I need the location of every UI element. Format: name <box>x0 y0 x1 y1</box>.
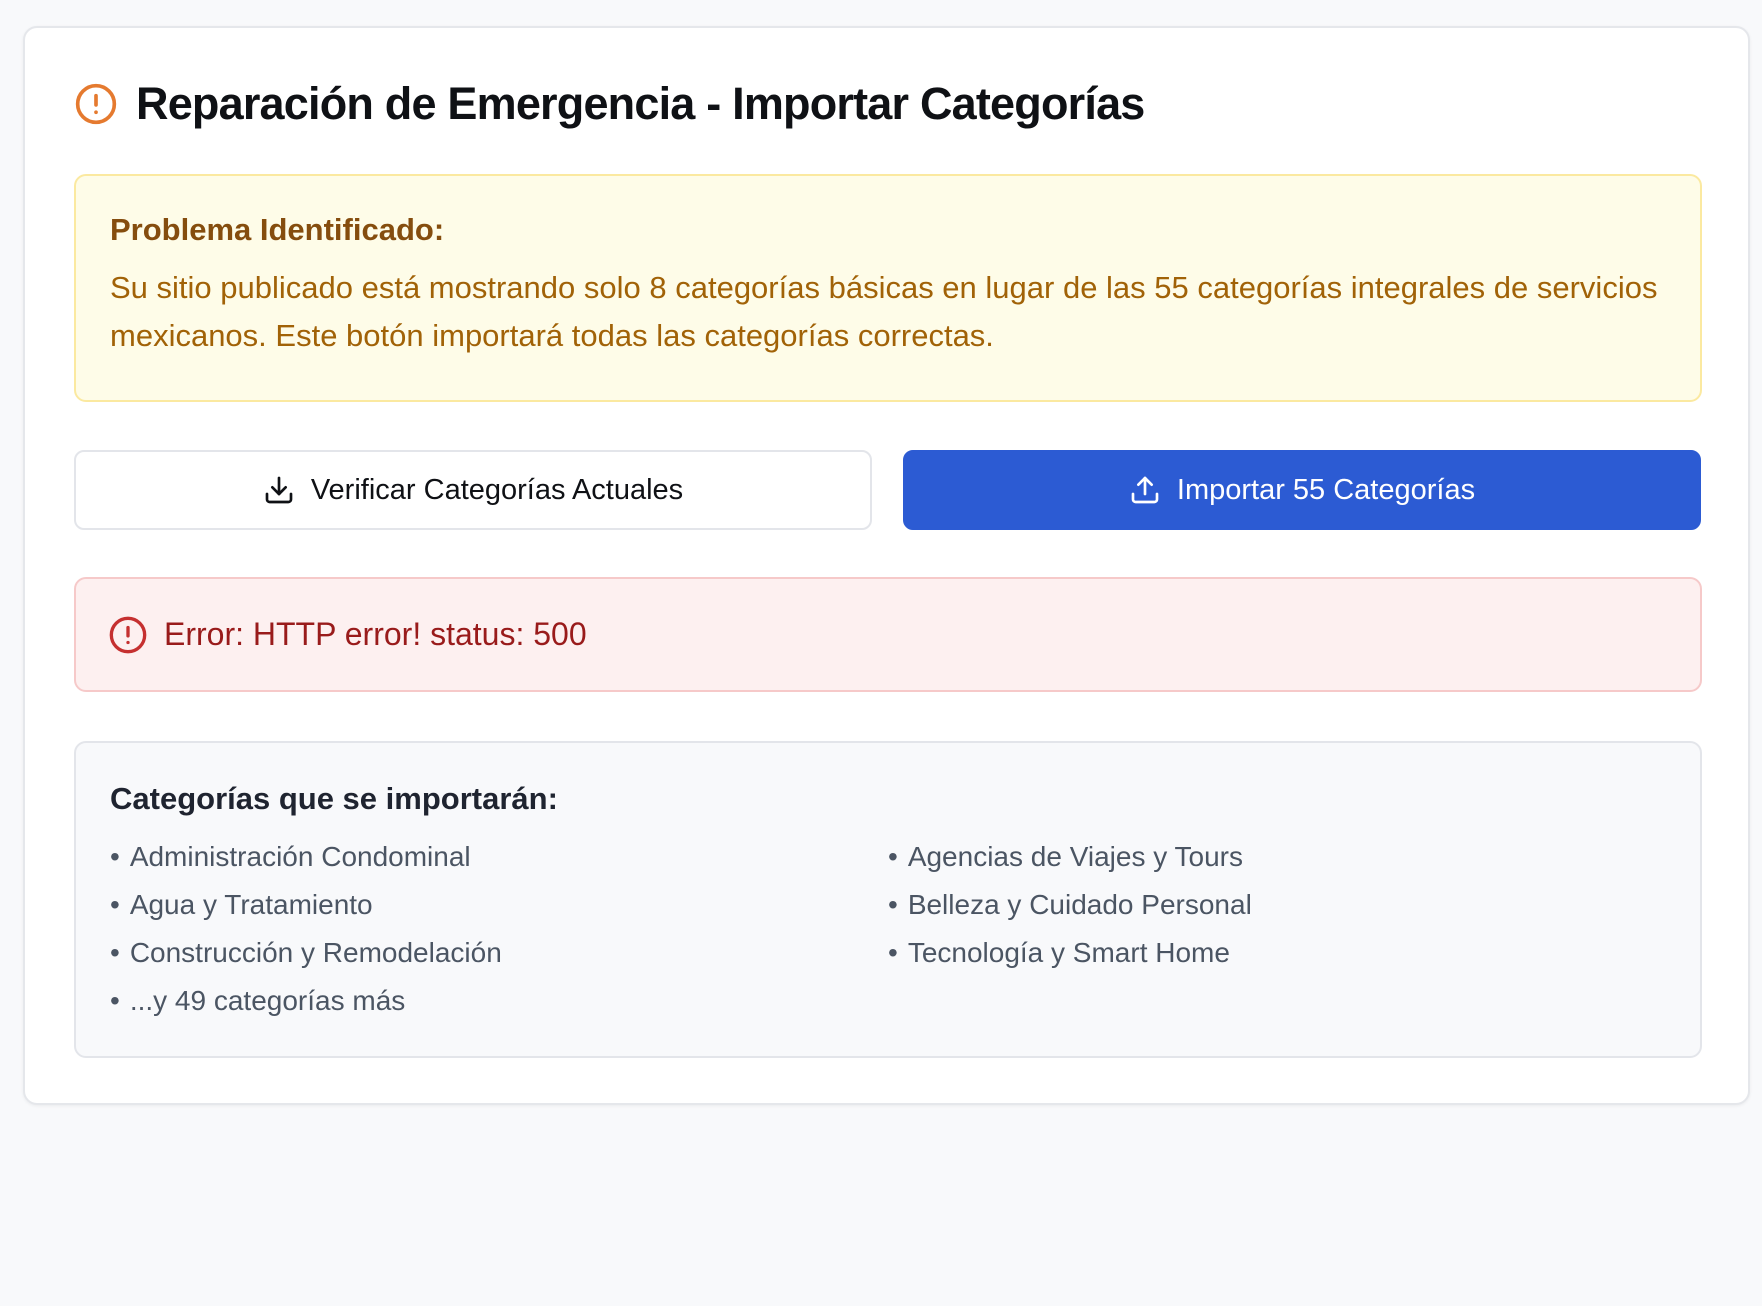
categories-preview-title: Categorías que se importarán: <box>110 781 558 816</box>
problem-notice-text: Su sitio publicado está mostrando solo 8… <box>110 270 1658 353</box>
categories-column-right: • Agencias de Viajes y Tours • Belleza y C… <box>888 833 1666 1025</box>
import-categories-label: Importar 55 Categorías <box>1176 473 1476 506</box>
categories-preview: Categorías que se importarán: • Administr… <box>74 741 1702 1058</box>
upload-icon <box>1129 474 1161 506</box>
list-item: • Agencias de Viajes y Tours <box>888 841 1243 872</box>
import-categories-button[interactable]: Importar 55 Categorías <box>903 450 1701 530</box>
emergency-repair-card: Reparación de Emergencia - Importar Cate… <box>23 26 1750 1105</box>
alert-circle-icon <box>74 82 118 126</box>
list-item: • Tecnología y Smart Home <box>888 937 1230 968</box>
list-item: • Agua y Tratamiento <box>110 889 373 920</box>
list-item: • Belleza y Cuidado Personal <box>888 889 1252 920</box>
list-item: • ...y 49 categorías más <box>110 985 406 1016</box>
error-message: Error: HTTP error! status: 500 <box>164 616 587 652</box>
list-item: • Construcción y Remodelación <box>110 937 502 968</box>
page-title: Reparación de Emergencia - Importar Cate… <box>136 78 1145 129</box>
alert-circle-icon <box>108 615 148 655</box>
problem-notice-title: Problema Identificado: <box>110 212 445 247</box>
verify-categories-label: Verificar Categorías Actuales <box>310 473 684 506</box>
header: Reparación de Emergencia - Importar Cate… <box>74 76 1145 132</box>
list-item: • Administración Condominal <box>110 841 471 872</box>
categories-column-left: • Administración Condominal • Agua y Trata… <box>110 833 888 1025</box>
verify-categories-button[interactable]: Verificar Categorías Actuales <box>74 450 872 530</box>
download-icon <box>263 474 295 506</box>
error-alert: Error: HTTP error! status: 500 <box>74 577 1702 692</box>
problem-notice: Problema Identificado: Su sitio publicad… <box>74 174 1702 402</box>
